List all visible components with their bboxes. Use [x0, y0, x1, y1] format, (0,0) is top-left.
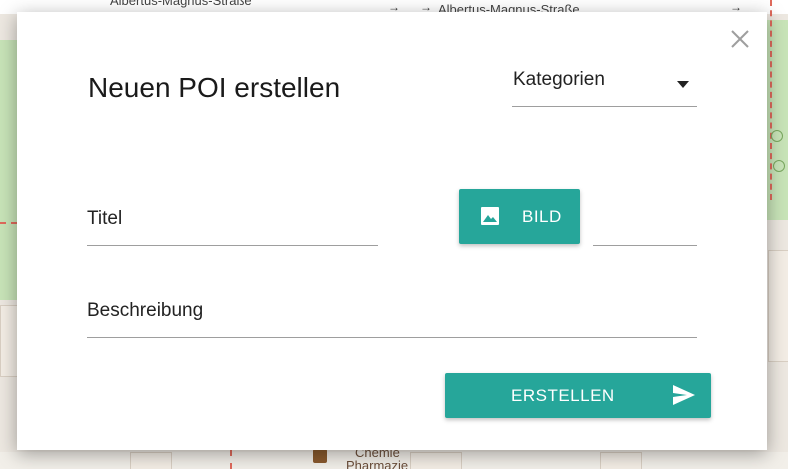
map-poi-label: Pharmazie — [346, 458, 409, 469]
map-tree — [771, 130, 783, 142]
image-file-path-input[interactable] — [593, 206, 697, 228]
map-path — [0, 222, 17, 224]
close-button[interactable] — [729, 28, 751, 50]
map-park-area — [0, 40, 17, 300]
map-poi-icon — [313, 449, 327, 463]
category-select-value: Kategorien — [513, 69, 605, 90]
map-street-label: Albertus-Magnus-Straße — [110, 0, 252, 8]
map-building — [0, 305, 18, 377]
map-path — [230, 450, 232, 469]
create-poi-dialog: Neuen POI erstellen Kategorien Bild Erst… — [17, 12, 767, 450]
close-icon — [729, 28, 751, 50]
title-field — [87, 206, 378, 246]
map-building — [600, 452, 642, 469]
dialog-title: Neuen POI erstellen — [88, 72, 341, 103]
map-building — [768, 250, 788, 362]
map-tree — [773, 160, 785, 172]
image-upload-button-label: Bild — [522, 207, 562, 226]
map-building — [410, 452, 462, 469]
map-building — [130, 452, 172, 469]
description-field — [87, 298, 697, 338]
create-poi-submit-button[interactable]: Erstellen — [445, 373, 711, 418]
dropdown-arrow-icon — [677, 75, 689, 93]
image-file-path-field[interactable] — [593, 206, 697, 246]
title-input[interactable] — [87, 208, 378, 230]
send-icon — [673, 385, 695, 410]
image-icon — [481, 207, 499, 230]
category-select[interactable]: Kategorien — [512, 66, 697, 107]
create-poi-submit-label: Erstellen — [511, 386, 615, 405]
image-upload-button[interactable]: Bild — [459, 189, 580, 244]
map-path — [770, 0, 772, 200]
description-input[interactable] — [87, 300, 697, 322]
